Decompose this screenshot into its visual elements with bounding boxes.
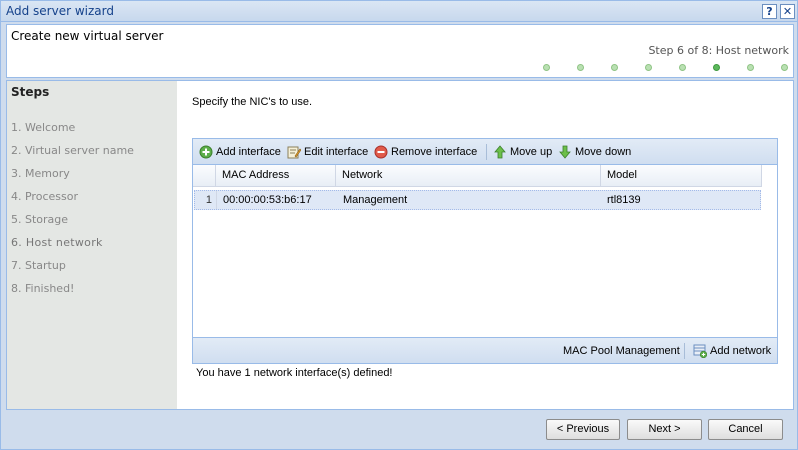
step-item-welcome: 1. Welcome: [11, 121, 76, 134]
window-title: Add server wizard: [6, 4, 114, 18]
add-interface-button[interactable]: Add interface: [199, 143, 281, 161]
help-button[interactable]: ?: [762, 4, 777, 19]
step-item-memory: 3. Memory: [11, 167, 70, 180]
step-item-virtual-server-name: 2. Virtual server name: [11, 144, 134, 157]
add-server-wizard-window: Add server wizard ? ✕ Create new virtual…: [0, 0, 798, 450]
grid-footer: MAC Pool Management Add network: [193, 337, 777, 363]
mac-pool-management-button[interactable]: MAC Pool Management: [563, 342, 680, 360]
footer-separator: [684, 343, 685, 359]
arrow-up-icon: [493, 145, 507, 159]
cell-mac-address: 00:00:00:53:b6:17: [223, 194, 312, 206]
column-header-rownum: [193, 165, 216, 187]
wizard-header: Create new virtual server Step 6 of 8: H…: [6, 24, 794, 78]
previous-button[interactable]: < Previous: [546, 419, 620, 440]
progress-dot-3: [611, 64, 618, 71]
steps-panel: Steps 1. Welcome 2. Virtual server name …: [7, 81, 177, 409]
move-up-label: Move up: [510, 146, 553, 158]
content-panel: Specify the NIC's to use. Add interface …: [177, 81, 793, 409]
toolbar-separator: [486, 144, 487, 160]
step-item-processor: 4. Processor: [11, 190, 78, 203]
cell-model: rtl8139: [607, 194, 641, 206]
add-network-icon: [693, 344, 708, 359]
cancel-button[interactable]: Cancel: [708, 419, 783, 440]
close-button[interactable]: ✕: [780, 4, 795, 19]
column-header-network[interactable]: Network: [336, 165, 601, 187]
step-indicator: Step 6 of 8: Host network: [648, 44, 789, 57]
progress-dot-7: [747, 64, 754, 71]
interface-count-text: You have 1 network interface(s) defined!: [196, 367, 393, 379]
edit-icon: [287, 145, 302, 159]
add-network-button[interactable]: Add network: [693, 342, 771, 360]
mac-pool-management-label: MAC Pool Management: [563, 345, 680, 357]
window-titlebar[interactable]: Add server wizard ? ✕: [1, 1, 797, 22]
progress-dot-2: [577, 64, 584, 71]
remove-interface-button[interactable]: Remove interface: [374, 143, 477, 161]
step-item-storage: 5. Storage: [11, 213, 69, 226]
wizard-header-title: Create new virtual server: [11, 29, 164, 43]
cell-network: Management: [343, 194, 408, 206]
add-network-label: Add network: [710, 345, 772, 357]
column-header-model[interactable]: Model: [601, 165, 762, 187]
remove-interface-label: Remove interface: [391, 146, 478, 158]
edit-interface-button[interactable]: Edit interface: [287, 143, 368, 161]
instruction-text: Specify the NIC's to use.: [192, 96, 313, 108]
add-icon: [199, 145, 213, 159]
column-header-mac-address[interactable]: MAC Address: [216, 165, 336, 187]
move-down-label: Move down: [575, 146, 632, 158]
progress-dot-8: [781, 64, 788, 71]
wizard-body: Steps 1. Welcome 2. Virtual server name …: [6, 80, 794, 410]
step-item-startup: 7. Startup: [11, 259, 66, 272]
move-down-button[interactable]: Move down: [558, 143, 631, 161]
arrow-down-icon: [558, 145, 572, 159]
edit-interface-label: Edit interface: [304, 146, 369, 158]
next-button[interactable]: Next >: [627, 419, 702, 440]
step-item-finished: 8. Finished!: [11, 282, 75, 295]
steps-title: Steps: [11, 85, 50, 99]
move-up-button[interactable]: Move up: [493, 143, 552, 161]
progress-dot-6: [713, 64, 720, 71]
nic-grid: Add interface Edit interface Remove inte…: [192, 138, 778, 364]
progress-dot-1: [543, 64, 550, 71]
add-interface-label: Add interface: [216, 146, 281, 158]
progress-dot-4: [645, 64, 652, 71]
table-row[interactable]: 1 00:00:00:53:b6:17 Management rtl8139: [194, 190, 761, 210]
remove-icon: [374, 145, 388, 159]
step-item-host-network: 6. Host network: [11, 236, 103, 249]
row-number: 1: [195, 191, 217, 209]
progress-dot-5: [679, 64, 686, 71]
grid-toolbar: Add interface Edit interface Remove inte…: [193, 139, 777, 165]
